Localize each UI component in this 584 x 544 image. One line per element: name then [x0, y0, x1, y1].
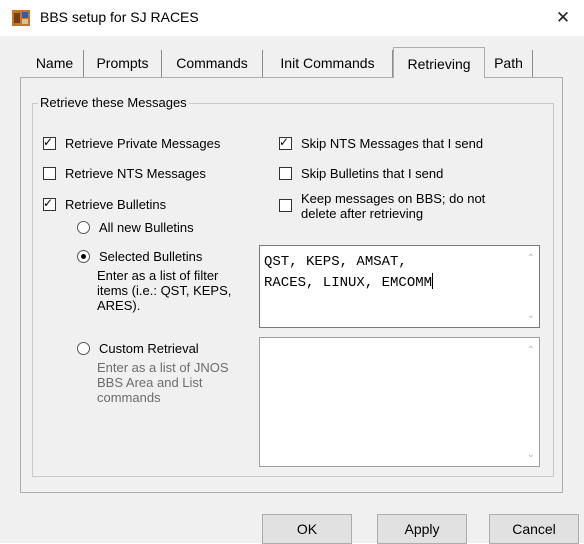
checkbox-label: Retrieve Private Messages — [65, 136, 221, 151]
keep-label-line2: delete after retrieving — [301, 206, 424, 221]
radio-label: Custom Retrieval — [99, 341, 199, 356]
selected-text-line1: QST, KEPS, AMSAT, — [264, 254, 407, 270]
cancel-button[interactable]: Cancel — [489, 514, 579, 544]
title-bar: BBS setup for SJ RACES ✕ — [0, 0, 584, 36]
scroll-down-icon[interactable]: ⌄ — [527, 310, 535, 321]
checkbox-label: Keep messages on BBS; do not delete afte… — [301, 191, 485, 221]
group-title: Retrieve these Messages — [38, 95, 189, 110]
checkbox-box: ✓ — [279, 135, 292, 150]
all-new-bulletins-radio[interactable]: All new Bulletins — [77, 220, 194, 235]
scroll-up-icon[interactable]: ⌃ — [527, 345, 535, 356]
apply-button[interactable]: Apply — [377, 514, 467, 544]
custom-help-line2: BBS Area and List — [97, 375, 203, 390]
selected-bulletins-text: QST, KEPS, AMSAT, RACES, LINUX, EMCOMM — [264, 252, 504, 294]
skip-nts-checkbox[interactable]: ✓ Skip NTS Messages that I send — [279, 135, 484, 151]
selected-help-line1: Enter as a list of filter — [97, 268, 219, 283]
scroll-down-icon[interactable]: ⌄ — [527, 449, 535, 460]
checkbox-label: Skip Bulletins that I send — [301, 166, 444, 181]
custom-help-line3: commands — [97, 390, 161, 405]
custom-retrieval-radio[interactable]: Custom Retrieval — [77, 341, 199, 356]
radio-circle — [77, 342, 90, 355]
custom-help-line1: Enter as a list of JNOS — [97, 360, 229, 375]
keep-label-line1: Keep messages on BBS; do not — [301, 191, 486, 206]
retrieve-nts-checkbox[interactable]: Retrieve NTS Messages — [43, 166, 206, 181]
scroll-up-icon[interactable]: ⌃ — [527, 253, 535, 264]
window-title: BBS setup for SJ RACES — [40, 9, 199, 25]
checkmark-icon: ✓ — [279, 135, 290, 149]
app-icon — [12, 10, 30, 26]
ok-button[interactable]: OK — [262, 514, 352, 544]
custom-retrieval-textarea[interactable]: ⌃ ⌄ — [259, 337, 540, 467]
tab-name[interactable]: Name — [26, 50, 84, 78]
selected-bulletins-radio[interactable]: Selected Bulletins — [77, 249, 202, 264]
dialog-body: Name Prompts Commands Init Commands Retr… — [0, 36, 584, 544]
checkbox-label: Skip NTS Messages that I send — [301, 136, 484, 151]
close-button[interactable]: ✕ — [548, 4, 578, 32]
selected-bulletins-textarea[interactable]: QST, KEPS, AMSAT, RACES, LINUX, EMCOMM ⌃… — [259, 245, 540, 328]
checkmark-icon: ✓ — [43, 196, 54, 210]
checkbox-box — [43, 167, 56, 180]
checkbox-label: Retrieve NTS Messages — [65, 166, 206, 181]
selected-help-line2: items (i.e.: QST, KEPS, — [97, 283, 232, 298]
tab-retrieving[interactable]: Retrieving — [393, 47, 485, 78]
checkmark-icon: ✓ — [43, 135, 54, 149]
radio-label: All new Bulletins — [99, 220, 194, 235]
retrieve-private-checkbox[interactable]: ✓ Retrieve Private Messages — [43, 135, 221, 151]
retrieve-bulletins-checkbox[interactable]: ✓ Retrieve Bulletins — [43, 196, 167, 212]
keep-on-bbs-checkbox[interactable]: Keep messages on BBS; do not delete afte… — [279, 191, 485, 221]
selected-help-text: Enter as a list of filter items (i.e.: Q… — [97, 268, 231, 313]
skip-bulletins-checkbox[interactable]: Skip Bulletins that I send — [279, 166, 443, 181]
retrieving-panel: Retrieve these Messages ✓ Retrieve Priva… — [20, 77, 563, 493]
selected-help-line3: ARES). — [97, 298, 141, 313]
checkbox-box: ✓ — [43, 196, 56, 211]
checkbox-box: ✓ — [43, 135, 56, 150]
selected-text-line2: RACES, LINUX, EMCOMM — [264, 275, 433, 291]
tab-init-commands[interactable]: Init Commands — [263, 50, 393, 78]
retrieve-messages-group: Retrieve these Messages ✓ Retrieve Priva… — [32, 95, 554, 477]
checkbox-label: Retrieve Bulletins — [65, 197, 167, 212]
radio-circle — [77, 250, 90, 263]
checkbox-box — [279, 167, 292, 180]
custom-help-text: Enter as a list of JNOS BBS Area and Lis… — [97, 360, 229, 405]
tab-prompts[interactable]: Prompts — [84, 50, 162, 78]
tab-path[interactable]: Path — [485, 50, 533, 78]
radio-label: Selected Bulletins — [99, 249, 203, 264]
radio-dot — [81, 254, 86, 259]
tab-commands[interactable]: Commands — [162, 50, 263, 78]
checkbox-box — [279, 199, 292, 212]
radio-circle — [77, 221, 90, 234]
text-caret — [432, 273, 434, 289]
